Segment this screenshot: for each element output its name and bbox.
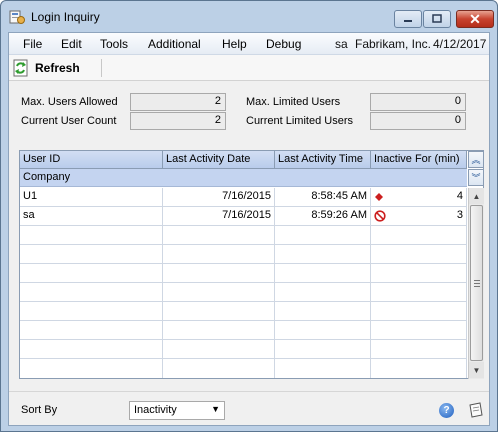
dropdown-arrow-icon: ▼ xyxy=(211,404,220,414)
column-header-last-activity-date[interactable]: Last Activity Date xyxy=(163,151,275,169)
maximize-button[interactable] xyxy=(423,10,451,28)
bottom-bar: Sort By Inactivity ▼ ? xyxy=(9,391,489,425)
double-chevron-down-icon: ︾ xyxy=(471,173,481,183)
menu-tools[interactable]: Tools xyxy=(100,37,128,51)
column-header-user-id[interactable]: User ID xyxy=(20,151,163,169)
cell-last-activity-time: 8:59:26 AM xyxy=(275,207,371,226)
double-chevron-up-icon: ︽ xyxy=(471,155,481,165)
current-limited-users-label: Current Limited Users xyxy=(246,115,353,127)
menu-debug[interactable]: Debug xyxy=(266,37,301,51)
current-user-count-value: 2 xyxy=(130,112,226,130)
menu-help[interactable]: Help xyxy=(222,37,247,51)
scroll-up-button[interactable]: ▲ xyxy=(469,188,484,204)
cell-last-activity-date: 7/16/2015 xyxy=(163,207,275,226)
sort-by-label: Sort By xyxy=(21,404,58,416)
refresh-icon xyxy=(13,59,28,77)
column-header-inactive-for[interactable]: Inactive For (min) xyxy=(371,151,467,169)
current-limited-users-value: 0 xyxy=(370,112,466,130)
table-row[interactable]: sa 7/16/2015 8:59:26 AM 3 xyxy=(20,207,467,226)
cell-last-activity-time: 8:58:45 AM xyxy=(275,188,371,207)
current-date: 4/12/2017 xyxy=(433,37,487,51)
red-diamond-icon xyxy=(375,193,383,201)
scroll-thumb[interactable] xyxy=(470,205,483,361)
users-grid: User ID Last Activity Date Last Activity… xyxy=(19,150,484,379)
menu-edit[interactable]: Edit xyxy=(61,37,82,51)
toolbar: Refresh xyxy=(9,55,489,81)
close-icon: ✕ xyxy=(469,11,481,27)
column-header-last-activity-time[interactable]: Last Activity Time xyxy=(275,151,371,169)
app-icon xyxy=(9,10,25,24)
window-client-area: File Edit Tools Additional Help Debug sa… xyxy=(8,32,490,426)
inactive-minutes: 3 xyxy=(456,209,463,221)
empty-row xyxy=(20,359,467,378)
menu-file[interactable]: File xyxy=(23,37,42,51)
empty-row xyxy=(20,264,467,283)
scroll-down-button[interactable]: ▼ xyxy=(469,362,484,378)
cell-user-id: sa xyxy=(20,207,163,226)
grip-line xyxy=(474,283,480,284)
refresh-button[interactable]: Refresh xyxy=(13,58,97,78)
max-limited-users-value: 0 xyxy=(370,93,466,111)
login-inquiry-window: Login Inquiry ✕ File Edit Tools Addition… xyxy=(0,0,498,432)
sort-by-select[interactable]: Inactivity ▼ xyxy=(129,401,225,420)
expand-rows-button[interactable]: ︾ xyxy=(468,169,484,186)
empty-row xyxy=(20,302,467,321)
empty-row xyxy=(20,283,467,302)
current-company: Fabrikam, Inc. xyxy=(355,37,432,51)
current-user-count-label: Current User Count xyxy=(21,115,117,127)
refresh-label: Refresh xyxy=(35,61,80,75)
max-users-allowed-value: 2 xyxy=(130,93,226,111)
grip-line xyxy=(474,286,480,287)
grid-subheader: Company xyxy=(20,169,467,187)
triangle-down-icon: ▼ xyxy=(472,365,481,375)
menu-bar: File Edit Tools Additional Help Debug sa… xyxy=(9,33,489,55)
empty-row xyxy=(20,340,467,359)
grid-rows: U1 7/16/2015 8:58:45 AM 4 sa 7/16/2015 8… xyxy=(20,188,467,378)
vertical-scrollbar[interactable]: ▲ ▼ xyxy=(468,188,484,379)
grip-line xyxy=(474,280,480,281)
sort-by-value: Inactivity xyxy=(134,404,177,416)
inactive-minutes: 4 xyxy=(456,190,463,202)
minimize-button[interactable] xyxy=(394,10,422,28)
menu-additional[interactable]: Additional xyxy=(148,37,201,51)
table-row[interactable]: U1 7/16/2015 8:58:45 AM 4 xyxy=(20,188,467,207)
cell-inactive-for: 4 xyxy=(371,188,467,207)
close-button[interactable]: ✕ xyxy=(456,10,494,28)
window-title: Login Inquiry xyxy=(31,10,100,24)
max-users-allowed-label: Max. Users Allowed xyxy=(21,96,118,108)
cell-inactive-for: 3 xyxy=(371,207,467,226)
minimize-icon xyxy=(404,20,412,22)
grid-header: User ID Last Activity Date Last Activity… xyxy=(20,151,467,169)
note-icon[interactable] xyxy=(467,401,485,419)
empty-row xyxy=(20,245,467,264)
triangle-up-icon: ▲ xyxy=(472,191,481,201)
help-icon[interactable]: ? xyxy=(439,403,454,418)
empty-row xyxy=(20,226,467,245)
toolbar-separator xyxy=(101,59,102,77)
no-entry-icon xyxy=(374,210,386,222)
max-limited-users-label: Max. Limited Users xyxy=(246,96,341,108)
cell-last-activity-date: 7/16/2015 xyxy=(163,188,275,207)
title-bar: Login Inquiry ✕ xyxy=(1,1,497,33)
maximize-icon xyxy=(432,14,442,23)
current-user: sa xyxy=(335,37,348,51)
empty-row xyxy=(20,321,467,340)
cell-user-id: U1 xyxy=(20,188,163,207)
company-subheader: Company xyxy=(23,171,71,183)
collapse-rows-button[interactable]: ︽ xyxy=(468,151,484,168)
